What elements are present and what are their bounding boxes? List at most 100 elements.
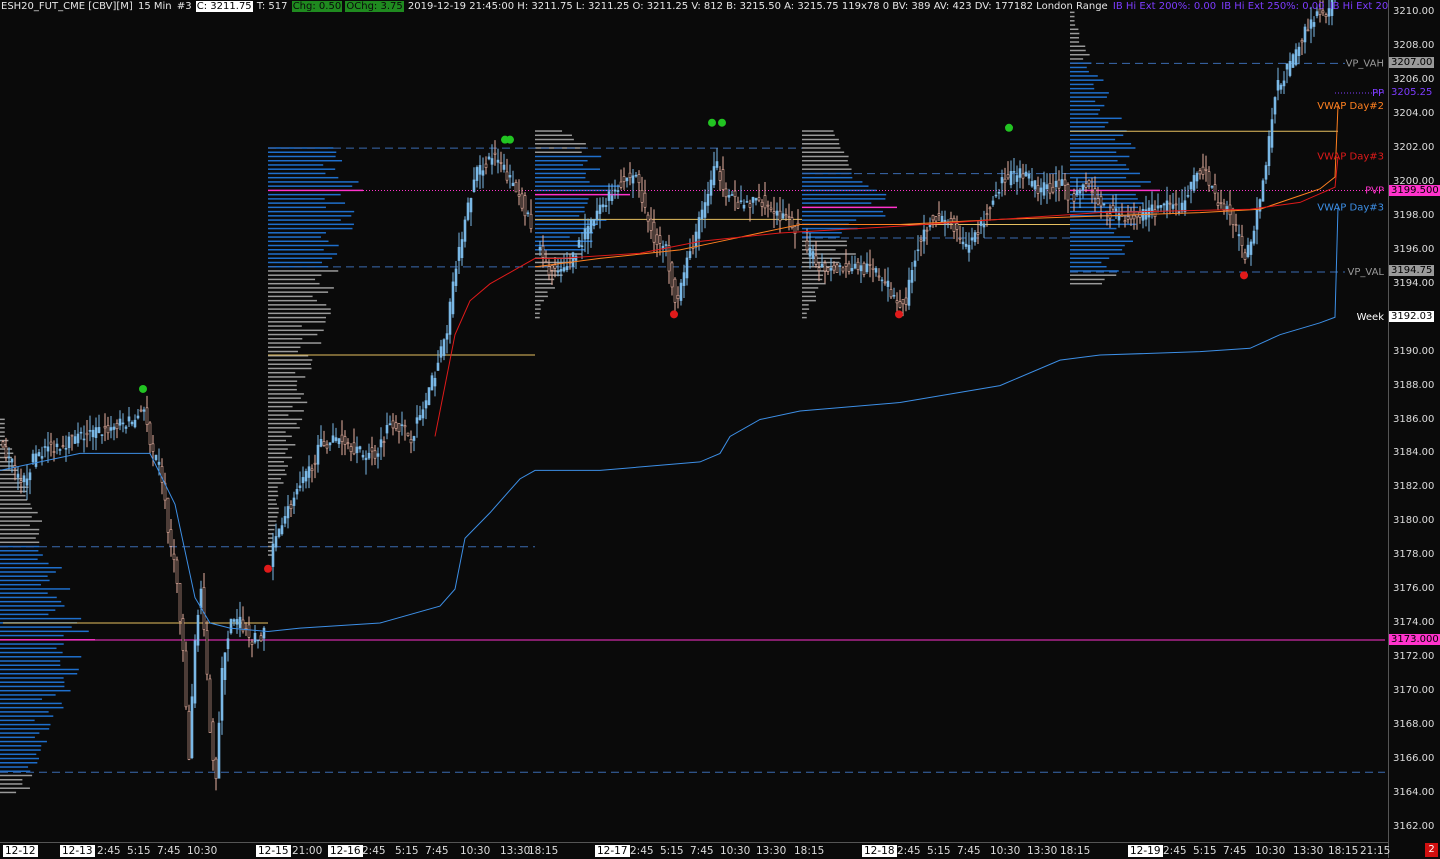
candle-body: [34, 453, 38, 467]
candle-body: [10, 458, 14, 463]
volume-profile-bar: [268, 537, 273, 539]
volume-profile-bar: [1070, 185, 1141, 187]
volume-profile-bar: [0, 634, 64, 637]
volume-profile-bar: [535, 193, 630, 196]
volume-profile-bar: [0, 630, 89, 633]
volume-profile-bar: [0, 732, 40, 734]
candle-body: [727, 195, 731, 198]
price-tick-label: 3206.00: [1393, 74, 1435, 86]
candle-body: [313, 462, 317, 465]
volume-profile-bar: [0, 494, 26, 497]
volume-profile-bar: [0, 651, 63, 654]
time-axis[interactable]: 12-12 12-13 2:45 5:15 7:45 10:30 12-15 21:00 12-…: [0, 842, 1390, 859]
candle-body: [58, 449, 62, 451]
volume-profile-bar: [268, 520, 277, 522]
price-tick-label: 3184.00: [1393, 447, 1435, 459]
volume-profile-bar: [0, 736, 35, 739]
candle-body: [607, 191, 611, 201]
candle-body: [679, 282, 683, 301]
price-axis[interactable]: 3210.00 3208.00 3206.00 3204.00 3202.00 3200.…: [1388, 0, 1440, 858]
candle-body: [622, 176, 626, 182]
volume-profile-bar: [0, 431, 5, 433]
volume-profile-bar: [268, 439, 286, 442]
candle-body: [754, 197, 758, 201]
candle-body: [373, 450, 377, 459]
candle-body: [418, 415, 422, 420]
time-tick-label: 18:15: [794, 845, 825, 857]
volume-profile-bar: [268, 418, 303, 421]
candle-body: [562, 267, 566, 272]
volume-profile-bar: [0, 660, 61, 662]
candle-body: [1024, 171, 1028, 177]
candle-body: [76, 433, 80, 444]
volume-profile-bar: [1070, 24, 1076, 26]
volume-profile-bar: [0, 791, 17, 794]
volume-profile-bar: [802, 159, 848, 162]
candle-body: [889, 289, 893, 298]
volume-profile-bar: [0, 728, 50, 730]
swing-high-marker: [718, 118, 726, 127]
candle-body: [589, 219, 593, 234]
candle-body: [1099, 196, 1103, 207]
volume-profile-bar: [802, 206, 897, 209]
candle-body: [901, 298, 905, 305]
trades-value: T: 517: [256, 1, 288, 12]
volume-profile-bar: [0, 664, 61, 667]
price-marker-label: 3192.03: [1389, 311, 1435, 323]
candle-body: [136, 415, 140, 419]
time-tick-label: 7:45: [1223, 845, 1247, 857]
volume-profile-bar: [535, 172, 586, 175]
candle-body: [1291, 54, 1295, 68]
alert-badge[interactable]: 2: [1425, 843, 1438, 857]
candle-body: [649, 218, 653, 231]
candle-body: [967, 244, 971, 253]
volume-profile-bar: [268, 168, 336, 170]
swing-low-marker: [1240, 271, 1248, 280]
candle-body: [523, 195, 527, 217]
price-tick-label: 3204.00: [1393, 108, 1435, 120]
candle-body: [904, 297, 908, 305]
candle-body: [781, 213, 785, 219]
candle-body: [271, 543, 275, 567]
volume-profile-bar: [268, 431, 286, 433]
candle-body: [73, 436, 77, 444]
volume-profile-bar: [0, 537, 36, 539]
candle-body: [61, 445, 65, 447]
volume-profile-bar: [535, 236, 570, 238]
volume-profile-bar: [0, 609, 56, 611]
candle-body: [166, 497, 170, 533]
volume-profile-bar: [1070, 274, 1117, 276]
volume-profile-bar: [268, 316, 327, 319]
candle-body: [1147, 207, 1151, 218]
candle-body: [697, 217, 701, 239]
price-chart[interactable]: VP_VAH PP VWAP Day#2 VWAP Day#3 PVP VWAP Day#…: [0, 0, 1388, 842]
candle-body: [1249, 241, 1253, 255]
price-tick-label: 3170.00: [1393, 684, 1435, 696]
volume-profile-bar: [268, 533, 273, 535]
candle-body: [853, 263, 857, 269]
candle-body: [847, 263, 851, 272]
volume-profile-bar: [268, 236, 321, 238]
candle-body: [157, 461, 161, 465]
candle-body: [388, 423, 392, 426]
volume-profile-bar: [268, 486, 278, 488]
close-value: C: 3211.75: [195, 1, 253, 12]
candle-body: [55, 443, 59, 448]
volume-profile-bar: [1070, 155, 1130, 158]
volume-profile-bar: [268, 503, 277, 505]
volume-profile-bar: [268, 227, 353, 230]
candle-body: [730, 194, 734, 196]
candle-body: [592, 219, 596, 226]
volume-profile-bar: [1070, 168, 1130, 170]
candle-body: [994, 194, 998, 197]
volume-profile-bar: [268, 312, 331, 315]
volume-profile-bar: [268, 469, 286, 471]
candle-body: [958, 237, 962, 240]
candle-body: [1180, 202, 1184, 212]
candle-body: [100, 434, 104, 436]
candle-body: [709, 179, 713, 196]
candle-body: [703, 202, 707, 218]
volume-profile-bar: [1070, 159, 1118, 162]
candle-body: [577, 239, 581, 248]
volume-profile-bar: [268, 414, 289, 416]
